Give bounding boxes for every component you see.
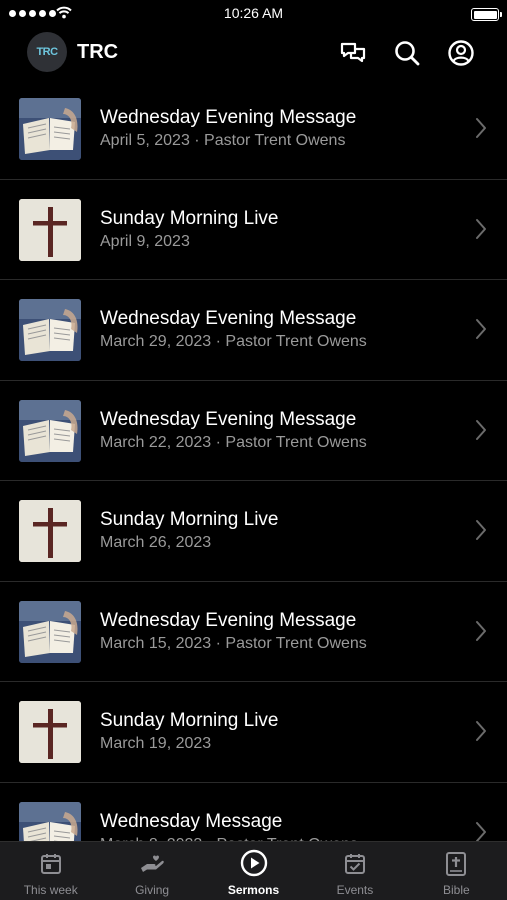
tab-bible[interactable]: Bible xyxy=(406,842,507,900)
status-bar: 10:26 AM xyxy=(0,0,507,28)
sermon-title: Sunday Morning Live xyxy=(100,509,279,530)
chevron-right-icon xyxy=(476,821,486,841)
sermon-title: Wednesday Evening Message xyxy=(100,609,357,631)
cross-thumbnail xyxy=(19,198,81,261)
bible-icon xyxy=(446,852,467,876)
bible-thumbnail xyxy=(19,801,81,841)
profile-icon[interactable] xyxy=(446,38,476,68)
app-header: TRC TRC xyxy=(0,30,507,76)
sermon-list: Wednesday Evening Message April 5, 2023 … xyxy=(0,79,507,841)
chevron-right-icon xyxy=(476,620,486,641)
status-time: 10:26 AM xyxy=(223,5,284,21)
sermon-title: Wednesday Evening Message xyxy=(100,408,357,430)
sermon-subtitle: April 9, 2023 xyxy=(100,232,190,250)
sermon-subtitle: March 29, 2023 · Pastor Trent Owens xyxy=(100,333,367,350)
bible-thumbnail xyxy=(19,600,81,663)
sermon-row[interactable]: Wednesday Evening Message March 29, 2023… xyxy=(0,280,507,381)
sermon-row[interactable]: Wednesday Evening Message March 15, 2023… xyxy=(0,582,507,682)
tab-events[interactable]: Events xyxy=(304,842,405,900)
tab-label: Sermons xyxy=(227,883,280,897)
cross-thumbnail xyxy=(19,500,81,562)
tab-label: Events xyxy=(336,883,374,897)
calendar-icon xyxy=(40,854,61,874)
tab-label: This week xyxy=(23,883,78,897)
sermon-row[interactable]: Sunday Morning Live March 19, 2023 xyxy=(0,682,507,783)
sermon-row[interactable]: Sunday Morning Live April 9, 2023 xyxy=(0,180,507,280)
battery-icon xyxy=(471,8,502,21)
sermon-subtitle: March 26, 2023 xyxy=(100,534,212,551)
tab-giving[interactable]: Giving xyxy=(101,842,202,900)
sermon-title: Sunday Morning Live xyxy=(100,207,279,229)
sermon-title: Sunday Morning Live xyxy=(100,710,279,731)
cross-thumbnail-image xyxy=(19,500,81,562)
chevron-right-icon xyxy=(476,419,486,440)
bible-thumbnail xyxy=(19,98,81,160)
search-icon[interactable] xyxy=(392,38,422,68)
chevron-right-icon xyxy=(476,218,486,239)
play-circle-icon xyxy=(240,849,267,877)
tab-bar: This week Giving Sermons Events Bible xyxy=(0,841,507,900)
sermon-subtitle: April 5, 2023 · Pastor Trent Owens xyxy=(100,132,346,149)
bible-thumbnail-image xyxy=(19,98,81,160)
sermon-subtitle: March 19, 2023 xyxy=(100,735,212,752)
chat-icon[interactable] xyxy=(338,38,368,68)
calendar-check-icon xyxy=(344,854,365,874)
tab-label: Bible xyxy=(442,883,470,897)
chevron-right-icon xyxy=(476,118,486,138)
sermon-subtitle: March 15, 2023 · Pastor Trent Owens xyxy=(100,634,367,652)
sermon-title: Wednesday Evening Message xyxy=(100,308,357,329)
app-title: TRC xyxy=(77,41,119,63)
giving-hand-icon xyxy=(141,855,164,872)
cross-thumbnail xyxy=(19,701,81,763)
bible-thumbnail-image xyxy=(19,399,81,462)
sermon-row[interactable]: Wednesday Evening Message April 5, 2023 … xyxy=(0,79,507,180)
sermon-row[interactable]: Sunday Morning Live March 26, 2023 xyxy=(0,481,507,582)
bible-thumbnail-image xyxy=(19,600,81,663)
sermon-row[interactable]: Wednesday Evening Message March 22, 2023… xyxy=(0,381,507,481)
sermon-title: Wednesday Message xyxy=(100,810,283,832)
church-logo[interactable]: TRC xyxy=(27,32,67,72)
cross-thumbnail-image xyxy=(19,701,81,763)
tab-label: Giving xyxy=(135,883,170,897)
tab-this-week[interactable]: This week xyxy=(0,842,101,900)
bible-thumbnail xyxy=(19,399,81,462)
chevron-right-icon xyxy=(476,319,486,339)
tab-sermons[interactable]: Sermons xyxy=(203,842,304,900)
sermon-subtitle: March 22, 2023 · Pastor Trent Owens xyxy=(100,433,367,451)
sermon-row[interactable]: Wednesday Message March 8, 2023 · Pastor… xyxy=(0,783,507,841)
cross-thumbnail-image xyxy=(19,198,81,261)
chevron-right-icon xyxy=(476,721,486,741)
bible-thumbnail-image xyxy=(19,299,81,361)
chevron-right-icon xyxy=(476,520,486,540)
bible-thumbnail-image xyxy=(19,801,81,841)
bible-thumbnail xyxy=(19,299,81,361)
sermon-title: Wednesday Evening Message xyxy=(100,107,357,128)
